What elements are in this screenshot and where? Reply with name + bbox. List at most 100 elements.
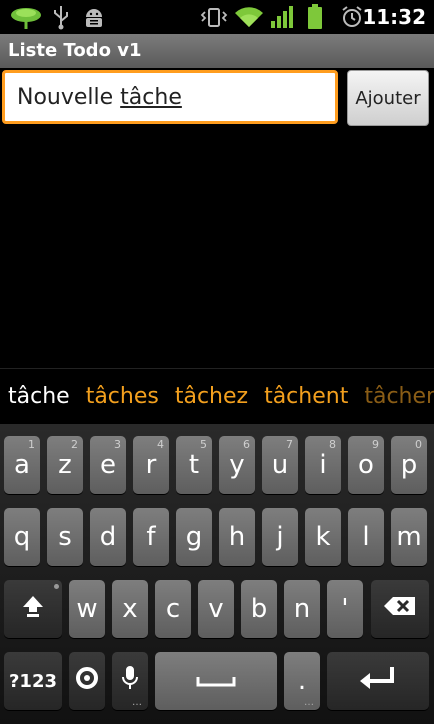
- suggestion-item[interactable]: tâchent: [256, 369, 356, 425]
- key-label: d: [99, 522, 117, 552]
- key-label: y: [229, 450, 245, 480]
- key-label: g: [185, 522, 203, 552]
- soft-keyboard: a1 z2 e3 r4 t5 y6 u7 i8 o9 p0 q s d f g …: [0, 424, 434, 724]
- key-label: t: [188, 450, 200, 480]
- key-w[interactable]: w: [69, 580, 105, 638]
- app-title: Liste Todo v1: [8, 40, 142, 61]
- key-label: n: [293, 594, 311, 624]
- shift-icon: [20, 593, 46, 626]
- key-r[interactable]: r4: [133, 436, 169, 494]
- usb-icon: [50, 4, 72, 30]
- key-label: w: [76, 594, 98, 624]
- key-hint: 4: [157, 438, 164, 451]
- key-f[interactable]: f: [133, 508, 169, 566]
- signal-icon: [270, 4, 296, 30]
- key-label: r: [145, 450, 157, 480]
- key-n[interactable]: n: [284, 580, 320, 638]
- key-m[interactable]: m: [391, 508, 427, 566]
- backspace-key[interactable]: [371, 580, 429, 638]
- key-label: b: [250, 594, 268, 624]
- key-o[interactable]: o9: [348, 436, 384, 494]
- enter-icon: [358, 665, 398, 698]
- key-p[interactable]: p0: [391, 436, 427, 494]
- key-hint: 1: [28, 438, 35, 451]
- key-label: e: [100, 450, 116, 480]
- status-bar: 11:32: [0, 0, 434, 34]
- key-label: f: [146, 522, 156, 552]
- vibrate-icon: [200, 4, 228, 30]
- symbols-key[interactable]: ?123: [4, 652, 62, 710]
- key-l[interactable]: l: [348, 508, 384, 566]
- new-task-input[interactable]: Nouvelle tâche: [2, 70, 338, 124]
- key-i[interactable]: i8: [305, 436, 341, 494]
- key-label: k: [315, 522, 331, 552]
- key-hint: 6: [243, 438, 250, 451]
- settings-key[interactable]: [69, 652, 105, 710]
- key-a[interactable]: a1: [4, 436, 40, 494]
- suggestion-item[interactable]: tâches: [78, 369, 167, 425]
- key-hint: 7: [286, 438, 293, 451]
- suggestion-item[interactable]: tâcher: [356, 369, 434, 425]
- key-q[interactable]: q: [4, 508, 40, 566]
- key-label: v: [208, 594, 224, 624]
- key-label: c: [165, 594, 181, 624]
- key-c[interactable]: c: [155, 580, 191, 638]
- key-j[interactable]: j: [262, 508, 298, 566]
- key-hint: 9: [372, 438, 379, 451]
- key-label: q: [13, 522, 31, 552]
- more-dots-icon: …: [304, 697, 315, 708]
- more-dots-icon: …: [132, 697, 143, 708]
- suggestion-item[interactable]: tâche: [0, 369, 78, 425]
- alarm-icon: [340, 4, 364, 30]
- input-text-composing: tâche: [120, 85, 182, 110]
- wifi-icon: [234, 4, 264, 30]
- settings-icon: [75, 666, 99, 697]
- key-g[interactable]: g: [176, 508, 212, 566]
- key-v[interactable]: v: [198, 580, 234, 638]
- key-label: j: [276, 522, 284, 552]
- key-s[interactable]: s: [47, 508, 83, 566]
- key-h[interactable]: h: [219, 508, 255, 566]
- key-x[interactable]: x: [112, 580, 148, 638]
- key-y[interactable]: y6: [219, 436, 255, 494]
- battery-icon: [306, 4, 324, 30]
- enter-key[interactable]: [327, 652, 429, 710]
- key-k[interactable]: k: [305, 508, 341, 566]
- shift-key[interactable]: [4, 580, 62, 638]
- key-u[interactable]: u7: [262, 436, 298, 494]
- voice-input-key[interactable]: …: [112, 652, 148, 710]
- microphone-icon: [121, 664, 139, 699]
- key-label: a: [14, 450, 30, 480]
- space-key[interactable]: [155, 652, 277, 710]
- key-label: h: [228, 522, 246, 552]
- key-label: x: [122, 594, 138, 624]
- key-apostrophe[interactable]: ': [327, 580, 363, 638]
- android-debug-icon: [82, 4, 106, 30]
- suggestion-strip: tâche tâches tâchez tâchent tâcher: [0, 368, 434, 425]
- backspace-icon: [383, 594, 417, 624]
- key-label: .: [297, 666, 307, 696]
- key-b[interactable]: b: [241, 580, 277, 638]
- key-label: l: [362, 522, 370, 552]
- key-label: z: [58, 450, 72, 480]
- suggestion-item[interactable]: tâchez: [167, 369, 256, 425]
- key-d[interactable]: d: [90, 508, 126, 566]
- key-e[interactable]: e3: [90, 436, 126, 494]
- key-label: m: [396, 522, 422, 552]
- period-key[interactable]: . …: [284, 652, 320, 710]
- input-row: Nouvelle tâche Ajouter: [0, 68, 434, 130]
- key-label: s: [58, 522, 72, 552]
- input-text-plain: Nouvelle: [17, 85, 121, 110]
- shift-indicator: [54, 584, 59, 589]
- key-hint: 5: [200, 438, 207, 451]
- add-button[interactable]: Ajouter: [347, 70, 429, 126]
- key-z[interactable]: z2: [47, 436, 83, 494]
- key-t[interactable]: t5: [176, 436, 212, 494]
- key-hint: 3: [114, 438, 121, 451]
- key-label: u: [271, 450, 289, 480]
- space-icon: [196, 666, 236, 696]
- key-label: p: [400, 450, 418, 480]
- key-hint: 2: [71, 438, 78, 451]
- title-bar: Liste Todo v1: [0, 34, 434, 68]
- key-label: ': [341, 594, 349, 624]
